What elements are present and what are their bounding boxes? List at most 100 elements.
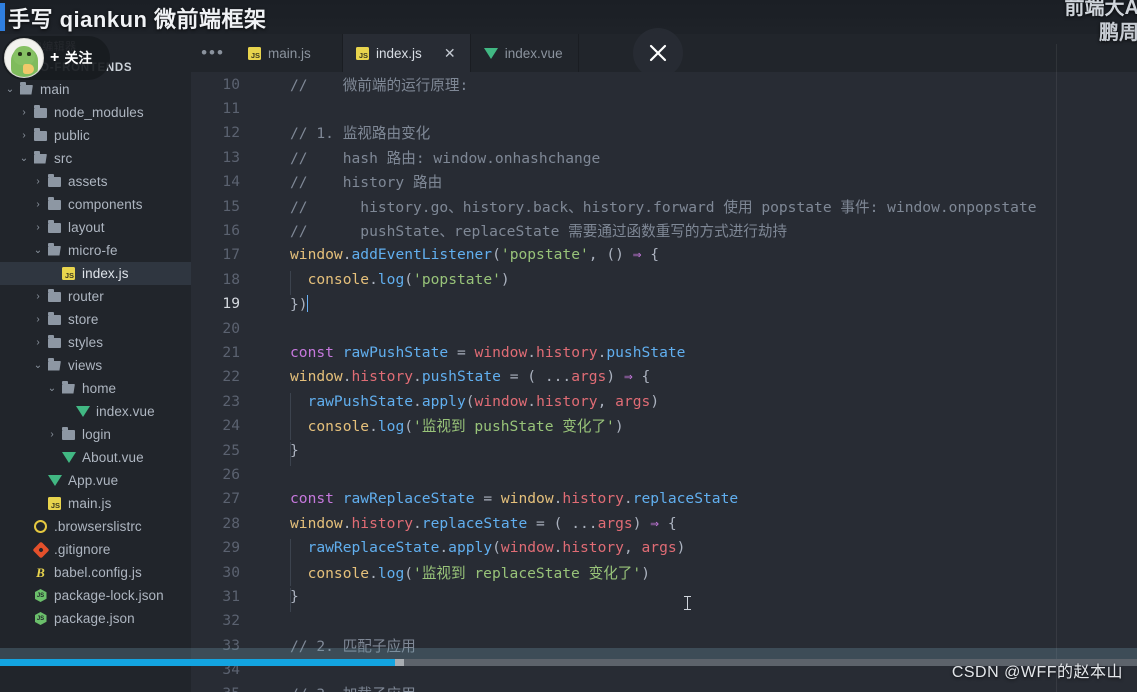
chevron-down-icon[interactable]: ⌄ (16, 153, 32, 164)
code-line-30[interactable]: 30 console.log('监视到 replaceState 变化了') (191, 560, 1137, 586)
line-text[interactable]: window.history.replaceState = ( ...args)… (265, 515, 1137, 532)
code-line-27[interactable]: 27 const rawReplaceState = window.history… (191, 487, 1137, 511)
chevron-right-icon[interactable]: › (44, 429, 60, 440)
follow-button[interactable]: + 关注 (50, 48, 92, 68)
line-text[interactable]: }) (265, 294, 1137, 313)
line-text[interactable]: rawPushState.apply(window.history, args) (265, 392, 1137, 418)
vue-file-icon (75, 406, 90, 417)
tree-item-about-vue[interactable]: About.vue (0, 446, 191, 469)
tab-index-js[interactable]: JS index.js ✕ (343, 34, 471, 72)
chevron-right-icon[interactable]: › (30, 337, 46, 348)
tree-item-home[interactable]: ⌄ home (0, 377, 191, 400)
close-button[interactable] (633, 28, 683, 78)
code-line-16[interactable]: 16 // pushState、replaceState 需要通过函数重写的方式进… (191, 218, 1137, 242)
tree-item-main[interactable]: ⌄ main (0, 78, 191, 101)
line-text[interactable]: const rawPushState = window.history.push… (265, 344, 1137, 361)
line-text[interactable]: } (265, 441, 1137, 466)
tree-item-login[interactable]: › login (0, 423, 191, 446)
tree-item-store[interactable]: › store (0, 308, 191, 331)
chevron-down-icon[interactable]: ⌄ (2, 84, 18, 95)
code-line-35[interactable]: 35 // 3. 加载子应用 (191, 682, 1137, 692)
line-text[interactable]: // 1. 监视路由变化 (265, 122, 1137, 143)
code-content[interactable]: 10 // 微前端的运行原理: 11 12 // 1. 监视路由变化 13 // hash … (191, 72, 1137, 692)
line-text[interactable]: // history 路由 (265, 171, 1137, 192)
chevron-right-icon[interactable]: › (30, 291, 46, 302)
code-line-19[interactable]: 19}) (191, 292, 1137, 316)
author-follow-pill[interactable]: + 关注 (2, 36, 110, 80)
tab-overflow-icon[interactable]: ••• (191, 34, 235, 72)
tree-item-index-js[interactable]: JS index.js (0, 262, 191, 285)
line-text[interactable]: // history.go、history.back、history.forwa… (265, 196, 1137, 217)
code-token: rawPushState (342, 343, 449, 361)
code-line-26[interactable]: 26 (191, 462, 1137, 486)
code-line-20[interactable]: 20 (191, 316, 1137, 340)
channel-watermark-line1: 前端大A (1064, 0, 1137, 19)
chevron-right-icon[interactable]: › (30, 222, 46, 233)
code-line-17[interactable]: 17 window.addEventListener('popstate', ()… (191, 243, 1137, 267)
code-line-23[interactable]: 23 rawPushState.apply(window.history, ar… (191, 389, 1137, 418)
tree-item--gitignore[interactable]: .gitignore (0, 538, 191, 561)
tree-item-label: App.vue (68, 473, 119, 488)
tree-item-layout[interactable]: › layout (0, 216, 191, 239)
tree-item--browserslistrc[interactable]: .browserslistrc (0, 515, 191, 538)
chevron-down-icon[interactable]: ⌄ (44, 383, 60, 394)
code-line-31[interactable]: 31} (191, 584, 1137, 613)
line-text[interactable]: window.history.pushState = ( ...args) ⇒ … (265, 368, 1137, 385)
tree-item-public[interactable]: › public (0, 124, 191, 147)
code-line-29[interactable]: 29 rawReplaceState.apply(window.history,… (191, 535, 1137, 564)
code-line-13[interactable]: 13 // hash 路由: window.onhashchange (191, 145, 1137, 169)
code-line-25[interactable]: 25} (191, 438, 1137, 466)
tab-index-vue[interactable]: index.vue (470, 34, 579, 72)
line-text[interactable]: console.log('监视到 replaceState 变化了') (265, 561, 1137, 586)
tree-item-app-vue[interactable]: App.vue (0, 469, 191, 492)
tree-item-components[interactable]: › components (0, 193, 191, 216)
line-text[interactable]: // 微前端的运行原理: (265, 74, 1137, 95)
tree-item-package-json[interactable]: JS package.json (0, 607, 191, 630)
line-text[interactable]: window.addEventListener('popstate', () ⇒… (265, 246, 1137, 263)
tree-item-label: components (68, 197, 143, 212)
code-line-32[interactable]: 32 (191, 609, 1137, 633)
line-text[interactable]: const rawReplaceState = window.history.r… (265, 490, 1137, 507)
line-text[interactable]: console.log('popstate') (265, 270, 1137, 296)
code-line-12[interactable]: 12 // 1. 监视路由变化 (191, 121, 1137, 145)
chevron-down-icon[interactable]: ⌄ (30, 360, 46, 371)
chevron-right-icon[interactable]: › (30, 176, 46, 187)
code-line-14[interactable]: 14 // history 路由 (191, 170, 1137, 194)
code-line-22[interactable]: 22 window.history.pushState = ( ...args) … (191, 365, 1137, 389)
tree-item-index-vue[interactable]: index.vue (0, 400, 191, 423)
chevron-right-icon[interactable]: › (16, 107, 32, 118)
tree-item-micro-fe[interactable]: ⌄ micro-fe (0, 239, 191, 262)
tree-item-babel-config-js[interactable]: Bbabel.config.js (0, 561, 191, 584)
chevron-down-icon[interactable]: ⌄ (30, 245, 46, 256)
tab-close-icon[interactable]: ✕ (443, 46, 457, 60)
tree-item-node-modules[interactable]: › node_modules (0, 101, 191, 124)
code-line-21[interactable]: 21 const rawPushState = window.history.pu… (191, 340, 1137, 364)
chevron-right-icon[interactable]: › (16, 130, 32, 141)
chevron-right-icon[interactable]: › (30, 199, 46, 210)
tab-main-js[interactable]: JS main.js (235, 34, 343, 72)
chevron-right-icon[interactable]: › (30, 314, 46, 325)
line-text[interactable]: console.log('监视到 pushState 变化了') (265, 415, 1137, 440)
tree-item-main-js[interactable]: JS main.js (0, 492, 191, 515)
tree-item-package-lock-json[interactable]: JS package-lock.json (0, 584, 191, 607)
line-text[interactable]: // hash 路由: window.onhashchange (265, 147, 1137, 168)
line-text[interactable]: } (265, 587, 1137, 613)
tree-item-views[interactable]: ⌄ views (0, 354, 191, 377)
tree-item-router[interactable]: › router (0, 285, 191, 308)
line-text[interactable]: rawReplaceState.apply(window.history, ar… (265, 539, 1137, 564)
code-line-11[interactable]: 11 (191, 96, 1137, 120)
tree-item-styles[interactable]: › styles (0, 331, 191, 354)
code-line-18[interactable]: 18 console.log('popstate') (191, 267, 1137, 296)
tree-item-assets[interactable]: › assets (0, 170, 191, 193)
code-line-24[interactable]: 24 console.log('监视到 pushState 变化了') (191, 413, 1137, 440)
tree-item-src[interactable]: ⌄ src (0, 147, 191, 170)
line-text[interactable]: // pushState、replaceState 需要通过函数重写的方式进行劫… (265, 220, 1137, 241)
code-line-15[interactable]: 15 // history.go、history.back、history.for… (191, 194, 1137, 218)
code-token: addEventListener (351, 246, 493, 264)
line-text[interactable]: // 3. 加载子应用 (265, 683, 1137, 692)
code-token: replaceState (421, 514, 528, 532)
code-token: { (641, 246, 660, 264)
code-editor[interactable]: 10 // 微前端的运行原理: 11 12 // 1. 监视路由变化 13 // hash … (191, 72, 1137, 692)
code-line-28[interactable]: 28 window.history.replaceState = ( ...arg… (191, 511, 1137, 535)
tree-item-label: public (54, 128, 90, 143)
